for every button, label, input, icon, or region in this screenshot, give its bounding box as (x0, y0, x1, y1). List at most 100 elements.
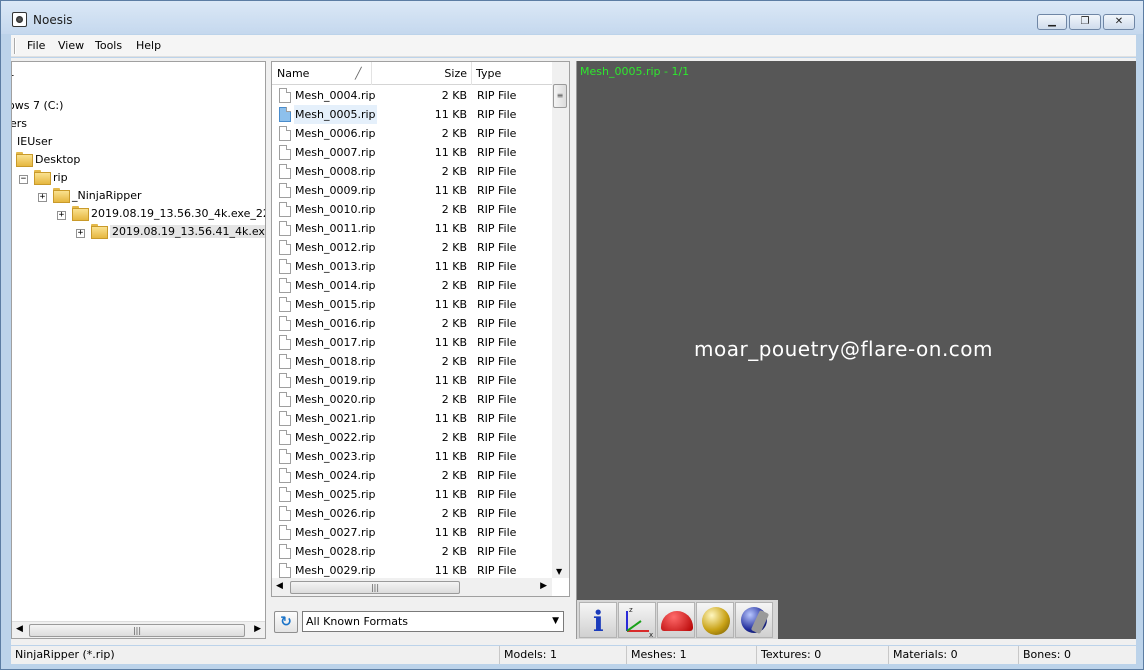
file-type: RIP File (477, 355, 517, 368)
menu-view[interactable]: View (58, 39, 84, 52)
status-bar: NinjaRipper (*.rip) Models: 1 Meshes: 1 … (11, 646, 1136, 664)
column-name-header[interactable]: Name ╱ (272, 62, 372, 85)
close-button[interactable]: ✕ (1103, 14, 1135, 30)
app-icon[interactable] (12, 12, 27, 27)
tree-item[interactable]: r (12, 69, 14, 87)
file-row[interactable]: Mesh_0014.rip 2 KB RIP File (272, 276, 554, 295)
close-icon: ✕ (1114, 16, 1124, 27)
tree-item-rip[interactable]: − rip (19, 169, 68, 187)
file-row[interactable]: Mesh_0013.rip 11 KB RIP File (272, 257, 554, 276)
file-row[interactable]: Mesh_0012.rip 2 KB RIP File (272, 238, 554, 257)
tree-item-drive[interactable]: ows 7 (C:) (12, 97, 63, 115)
file-type: RIP File (477, 298, 517, 311)
file-size: 11 KB (434, 336, 467, 349)
collapse-icon[interactable]: − (19, 175, 28, 184)
file-size: 11 KB (434, 488, 467, 501)
file-row[interactable]: Mesh_0009.rip 11 KB RIP File (272, 181, 554, 200)
file-row[interactable]: Mesh_0010.rip 2 KB RIP File (272, 200, 554, 219)
file-name: Mesh_0018.rip (295, 355, 376, 368)
axes-icon: z x (626, 606, 653, 639)
file-icon (279, 544, 291, 559)
file-icon (279, 563, 291, 578)
file-row[interactable]: Mesh_0011.rip 11 KB RIP File (272, 219, 554, 238)
tree-item-desktop[interactable]: Desktop (16, 151, 80, 169)
title-bar[interactable]: Noesis ▁ ❐ ✕ (1, 1, 1143, 34)
menu-file[interactable]: File (27, 39, 45, 52)
expand-icon[interactable]: + (57, 211, 66, 220)
file-list[interactable]: Name ╱ Size Type Mesh_0004.rip 2 KB RIP Fil… (271, 61, 570, 597)
restore-icon: ❐ (1080, 16, 1090, 27)
format-filter-select[interactable]: All Known Formats ▼ (302, 611, 564, 632)
list-horizontal-scrollbar[interactable]: ◀ ||| ▶ (272, 578, 552, 596)
scroll-left-icon[interactable]: ◀ (16, 624, 23, 634)
file-icon (279, 278, 291, 293)
file-row[interactable]: Mesh_0007.rip 11 KB RIP File (272, 143, 554, 162)
file-type: RIP File (477, 507, 517, 520)
file-size: 11 KB (434, 146, 467, 159)
file-row[interactable]: Mesh_0016.rip 2 KB RIP File (272, 314, 554, 333)
tree-item-ninjaripper[interactable]: + _NinjaRipper (38, 187, 142, 205)
scroll-down-icon[interactable]: ▼ (556, 567, 562, 576)
file-type: RIP File (477, 184, 517, 197)
file-row[interactable]: Mesh_0006.rip 2 KB RIP File (272, 124, 554, 143)
scroll-right-icon[interactable]: ▶ (540, 581, 547, 591)
tree-horizontal-scrollbar[interactable]: ◀ ||| ▶ (12, 621, 265, 638)
scroll-thumb[interactable]: ||| (290, 581, 460, 594)
file-size: 11 KB (434, 526, 467, 539)
tree-item-users[interactable]: ers (12, 115, 27, 133)
preview-label: Mesh_0005.rip - 1/1 (580, 65, 690, 78)
scroll-thumb[interactable]: ||| (29, 624, 245, 637)
skeleton-button[interactable] (735, 602, 773, 638)
file-row[interactable]: Mesh_0024.rip 2 KB RIP File (272, 466, 554, 485)
file-type: RIP File (477, 545, 517, 558)
file-row[interactable]: Mesh_0027.rip 11 KB RIP File (272, 523, 554, 542)
preview-rendered-text: moar_pouetry@flare-on.com (694, 337, 994, 361)
dome-button[interactable] (657, 602, 695, 638)
axes-button[interactable]: z x (618, 602, 656, 639)
file-row[interactable]: Mesh_0028.rip 2 KB RIP File (272, 542, 554, 561)
file-row[interactable]: Mesh_0005.rip 11 KB RIP File (272, 105, 554, 124)
expand-icon[interactable]: + (76, 229, 85, 238)
file-row[interactable]: Mesh_0008.rip 2 KB RIP File (272, 162, 554, 181)
tree-item-capture-2276[interactable]: +2019.08.19_13.56.30_4k.exe_2276 (57, 205, 266, 223)
file-icon (279, 316, 291, 331)
refresh-button[interactable]: ↻ (274, 611, 298, 633)
list-vertical-scrollbar[interactable]: ≡ ▼ (552, 62, 569, 578)
file-type: RIP File (477, 317, 517, 330)
sphere-button[interactable] (696, 602, 734, 638)
tree-item-ieuser[interactable]: IEUser (17, 133, 52, 151)
info-button[interactable]: i (579, 602, 617, 638)
dome-icon (661, 611, 693, 631)
restore-button[interactable]: ❐ (1069, 14, 1101, 30)
file-name: Mesh_0017.rip (295, 336, 376, 349)
model-preview-viewport[interactable]: Mesh_0005.rip - 1/1 moar_pouetry@flare-o… (576, 61, 1136, 639)
file-icon (279, 354, 291, 369)
file-row[interactable]: Mesh_0017.rip 11 KB RIP File (272, 333, 554, 352)
column-size-header[interactable]: Size (372, 62, 472, 85)
file-row[interactable]: Mesh_0025.rip 11 KB RIP File (272, 485, 554, 504)
file-icon (279, 335, 291, 350)
scroll-left-icon[interactable]: ◀ (276, 581, 283, 591)
tree-item-label: 2019.08.19_13.56.30_4k.exe_2276 (91, 207, 266, 220)
file-name: Mesh_0004.rip (295, 89, 376, 102)
minimize-button[interactable]: ▁ (1037, 14, 1067, 30)
file-row[interactable]: Mesh_0015.rip 11 KB RIP File (272, 295, 554, 314)
file-row[interactable]: Mesh_0019.rip 11 KB RIP File (272, 371, 554, 390)
file-type: RIP File (477, 469, 517, 482)
preview-toolbar: i z x (577, 600, 778, 639)
expand-icon[interactable]: + (38, 193, 47, 202)
file-row[interactable]: Mesh_0023.rip 11 KB RIP File (272, 447, 554, 466)
file-row[interactable]: Mesh_0021.rip 11 KB RIP File (272, 409, 554, 428)
folder-tree[interactable]: r ows 7 (C:) ers IEUser Desktop − rip + _N… (11, 61, 266, 639)
tree-item-capture-selected[interactable]: +2019.08.19_13.56.41_4k.exe (76, 223, 265, 241)
file-row[interactable]: Mesh_0026.rip 2 KB RIP File (272, 504, 554, 523)
file-row[interactable]: Mesh_0004.rip 2 KB RIP File (272, 86, 554, 105)
menu-help[interactable]: Help (136, 39, 161, 52)
scroll-thumb[interactable]: ≡ (553, 84, 567, 108)
file-row[interactable]: Mesh_0018.rip 2 KB RIP File (272, 352, 554, 371)
file-row[interactable]: Mesh_0022.rip 2 KB RIP File (272, 428, 554, 447)
column-type-header[interactable]: Type (472, 62, 554, 85)
scroll-right-icon[interactable]: ▶ (254, 624, 261, 634)
file-row[interactable]: Mesh_0020.rip 2 KB RIP File (272, 390, 554, 409)
menu-tools[interactable]: Tools (95, 39, 122, 52)
